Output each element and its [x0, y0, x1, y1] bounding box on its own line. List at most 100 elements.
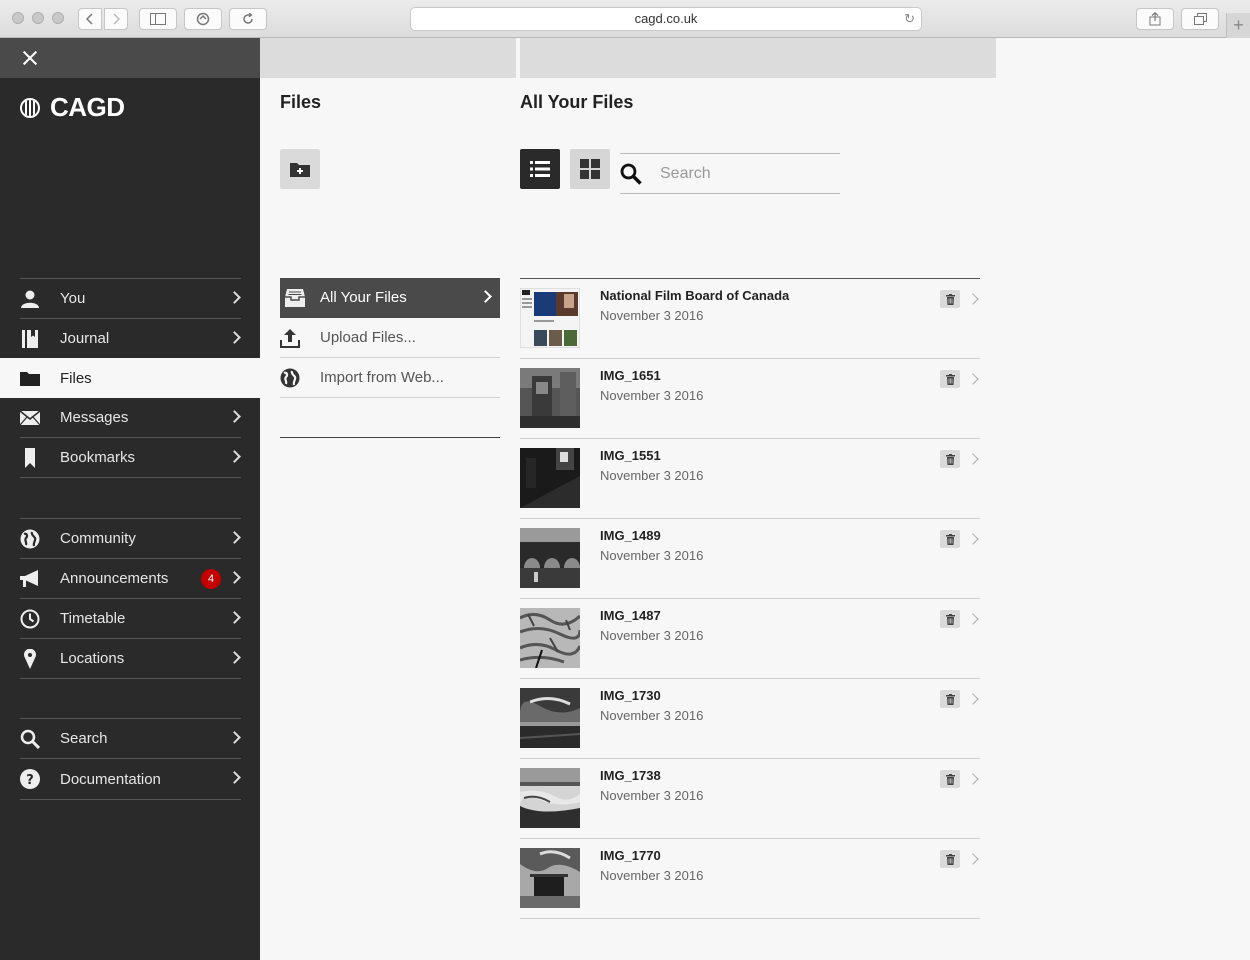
file-name[interactable]: IMG_1770 — [600, 848, 661, 863]
new-tab-button[interactable]: + — [1226, 13, 1250, 38]
sidebar-toggle-button[interactable] — [139, 8, 177, 30]
chevron-right-icon — [228, 771, 241, 784]
grid-view-button[interactable] — [570, 149, 610, 189]
chevron-right-icon[interactable] — [967, 373, 979, 385]
chevron-right-icon[interactable] — [967, 293, 979, 305]
files-panel-header-bar — [260, 38, 516, 78]
file-row[interactable]: IMG_1651 November 3 2016 — [520, 359, 980, 439]
sidebar-item-label: Messages — [60, 409, 129, 426]
chevron-right-icon — [479, 290, 492, 303]
file-thumbnail[interactable] — [520, 768, 580, 828]
menu-item-all-files[interactable]: All Your Files — [280, 278, 500, 318]
sidebar-item-announcements[interactable]: Announcements 4 — [20, 559, 241, 599]
sidebar-item-locations[interactable]: Locations — [20, 639, 241, 679]
chevron-right-icon — [228, 291, 241, 304]
chevron-right-icon[interactable] — [967, 773, 979, 785]
delete-button[interactable] — [940, 530, 960, 548]
nav-group-secondary: Messages Bookmarks — [20, 398, 241, 478]
menu-item-import-web[interactable]: Import from Web... — [280, 358, 500, 398]
file-name[interactable]: IMG_1738 — [600, 768, 661, 783]
file-thumbnail[interactable] — [520, 368, 580, 428]
file-thumbnail[interactable] — [520, 448, 580, 508]
refresh-button[interactable] — [229, 8, 267, 30]
chevron-right-icon — [228, 531, 241, 544]
sidebar-item-community[interactable]: Community — [20, 519, 241, 559]
sidebar-item-search[interactable]: Search — [20, 719, 241, 759]
sidebar-item-messages[interactable]: Messages — [20, 398, 241, 438]
window-close-button[interactable] — [12, 12, 24, 24]
file-thumbnail[interactable] — [520, 688, 580, 748]
window-minimize-button[interactable] — [32, 12, 44, 24]
chevron-right-icon — [228, 651, 241, 664]
file-name[interactable]: IMG_1651 — [600, 368, 661, 383]
reader-button[interactable] — [184, 8, 222, 30]
close-icon[interactable] — [20, 48, 40, 68]
search-input[interactable] — [660, 154, 838, 193]
delete-button[interactable] — [940, 770, 960, 788]
chevron-right-icon[interactable] — [967, 853, 979, 865]
globe-icon — [280, 368, 300, 388]
sidebar-item-files[interactable]: Files — [0, 358, 260, 398]
delete-button[interactable] — [940, 290, 960, 308]
trash-icon — [945, 613, 955, 625]
sidebar-item-label: Timetable — [60, 610, 126, 627]
megaphone-icon — [20, 569, 40, 589]
file-row[interactable]: IMG_1489 November 3 2016 — [520, 519, 980, 599]
search-icon[interactable] — [620, 163, 642, 185]
window-zoom-button[interactable] — [52, 12, 64, 24]
file-name[interactable]: IMG_1730 — [600, 688, 661, 703]
sidebar-item-journal[interactable]: Journal — [20, 319, 241, 359]
tabs-button[interactable] — [1181, 8, 1219, 30]
share-button[interactable] — [1136, 8, 1174, 30]
chevron-right-icon[interactable] — [967, 533, 979, 545]
file-date: November 3 2016 — [600, 308, 704, 323]
nav-group-community: Community Announcements 4 Timetable Loca… — [20, 518, 241, 679]
file-row[interactable]: IMG_1487 November 3 2016 — [520, 599, 980, 679]
svg-text:?: ? — [26, 773, 34, 788]
reload-icon[interactable]: ↻ — [904, 8, 915, 30]
chevron-right-icon[interactable] — [967, 693, 979, 705]
file-thumbnail[interactable] — [520, 848, 580, 908]
file-name[interactable]: IMG_1487 — [600, 608, 661, 623]
file-thumbnail[interactable] — [520, 528, 580, 588]
list-view-button[interactable] — [520, 149, 560, 189]
back-button[interactable] — [78, 8, 102, 30]
file-row[interactable]: National Film Board of Canada November 3… — [520, 279, 980, 359]
sidebar-item-bookmarks[interactable]: Bookmarks — [20, 438, 241, 478]
sidebar-header — [0, 38, 260, 78]
file-row[interactable]: IMG_1551 November 3 2016 — [520, 439, 980, 519]
file-name[interactable]: IMG_1489 — [600, 528, 661, 543]
sidebar-item-you[interactable]: You — [20, 279, 241, 319]
refresh-icon — [243, 13, 253, 24]
file-row[interactable]: IMG_1770 November 3 2016 — [520, 839, 980, 919]
delete-button[interactable] — [940, 850, 960, 868]
trash-icon — [945, 693, 955, 705]
delete-button[interactable] — [940, 370, 960, 388]
chevron-right-icon[interactable] — [967, 453, 979, 465]
new-folder-button[interactable] — [280, 149, 320, 189]
divider — [280, 437, 500, 438]
upload-icon — [280, 328, 300, 348]
file-thumbnail[interactable] — [520, 608, 580, 668]
chevron-right-icon — [228, 571, 241, 584]
file-row[interactable]: IMG_1738 November 3 2016 — [520, 759, 980, 839]
chevron-right-icon[interactable] — [967, 613, 979, 625]
file-thumbnail[interactable] — [520, 288, 580, 348]
sidebar-item-timetable[interactable]: Timetable — [20, 599, 241, 639]
trash-icon — [945, 373, 955, 385]
file-name[interactable]: IMG_1551 — [600, 448, 661, 463]
delete-button[interactable] — [940, 610, 960, 628]
sidebar-item-label: Announcements — [60, 570, 169, 587]
file-row[interactable]: IMG_1730 November 3 2016 — [520, 679, 980, 759]
delete-button[interactable] — [940, 450, 960, 468]
delete-button[interactable] — [940, 690, 960, 708]
file-name[interactable]: National Film Board of Canada — [600, 288, 789, 303]
address-bar[interactable]: cagd.co.uk ↻ — [410, 7, 922, 31]
sidebar-item-documentation[interactable]: ? Documentation — [20, 759, 241, 800]
logo[interactable]: CAGD — [20, 92, 125, 123]
address-text: cagd.co.uk — [634, 11, 698, 26]
sync-icon — [196, 12, 210, 26]
forward-button[interactable] — [104, 8, 128, 30]
menu-item-upload[interactable]: Upload Files... — [280, 318, 500, 358]
chevron-right-icon — [228, 331, 241, 344]
